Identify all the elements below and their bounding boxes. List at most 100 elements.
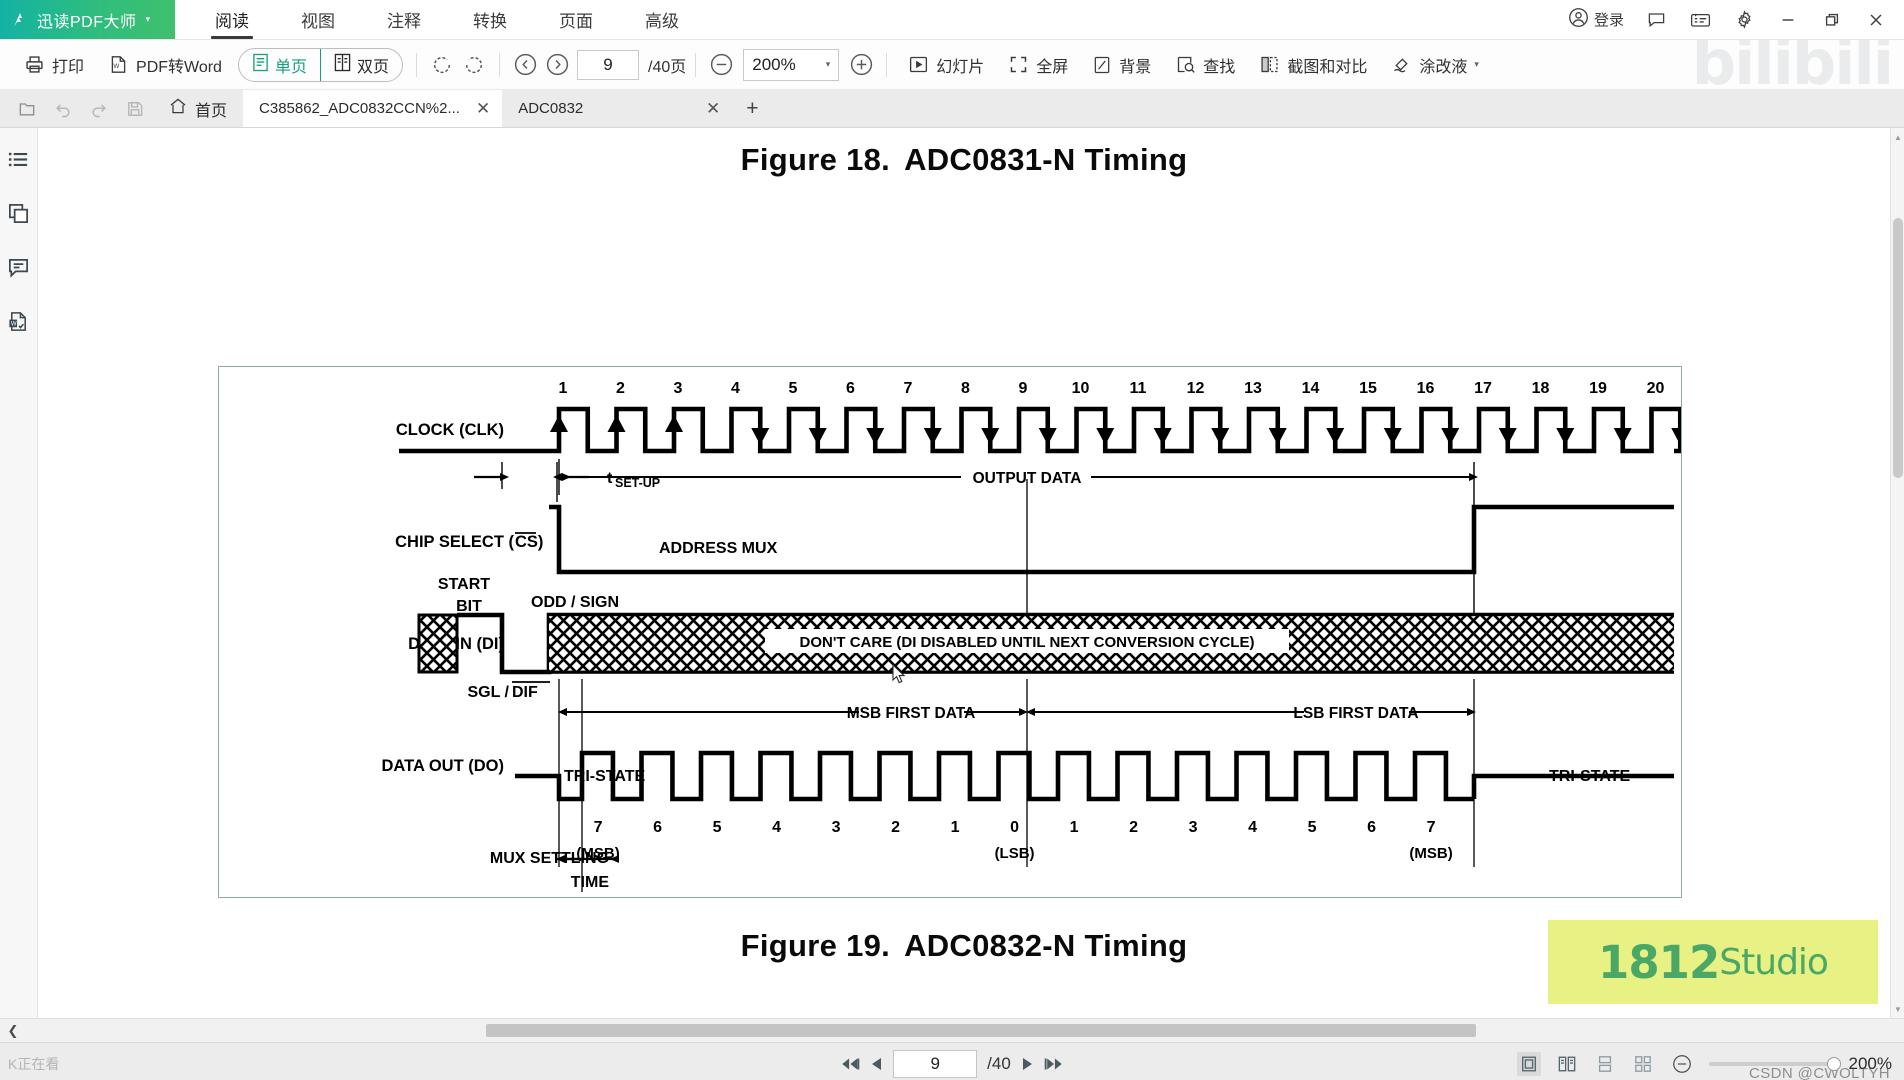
workspace: W Figure 18. ADC0831-N Timing CLOCK (CLK…	[0, 128, 1904, 1018]
single-page-icon	[252, 53, 269, 77]
menu-tab-annotate[interactable]: 注释	[361, 0, 447, 39]
print-button[interactable]: 打印	[12, 46, 96, 84]
background-label: 背景	[1119, 58, 1152, 76]
page-number-input[interactable]: 9	[577, 49, 639, 80]
lsb-first-data-label: LSB FIRST DATA	[1293, 705, 1418, 722]
undo-icon[interactable]	[46, 94, 80, 124]
next-page-button[interactable]	[1021, 1056, 1034, 1072]
fullscreen-icon	[1008, 54, 1029, 75]
status-page-input[interactable]: 9	[893, 1049, 978, 1078]
clock-number-9: 9	[1019, 380, 1028, 397]
close-button[interactable]	[1854, 0, 1898, 40]
chevron-down-icon[interactable]: ▾	[1474, 59, 1479, 70]
data-in-hatch-left	[417, 613, 459, 674]
screenshot-compare-button[interactable]: 截图和对比	[1247, 46, 1379, 84]
view-grid-button[interactable]	[1631, 1052, 1655, 1076]
feedback-comment-icon[interactable]	[1634, 0, 1678, 40]
menu-tab-advanced[interactable]: 高级	[619, 0, 705, 39]
scroll-left-arrow-icon[interactable]: ❮	[0, 1019, 26, 1042]
data-out-bit-tag-14: (MSB)	[1409, 845, 1452, 862]
app-brand[interactable]: 迅读PDF大师 ▾	[0, 0, 175, 39]
slideshow-button[interactable]: 幻灯片	[896, 46, 996, 84]
clock-number-15: 15	[1359, 380, 1377, 397]
menu-tab-page[interactable]: 页面	[533, 0, 619, 39]
data-out-bit-13: 6	[1367, 819, 1376, 836]
zoom-slider-knob[interactable]	[1826, 1056, 1841, 1071]
clock-number-12: 12	[1187, 380, 1205, 397]
login-label: 登录	[1593, 12, 1624, 29]
clock-number-8: 8	[961, 380, 970, 397]
toolbar-divider	[416, 52, 417, 77]
menu-tab-view[interactable]: 视图	[275, 0, 361, 39]
prev-page-button[interactable]	[870, 1056, 883, 1072]
scroll-up-arrow-icon[interactable]: ▲	[1891, 130, 1904, 144]
find-button[interactable]: 查找	[1163, 46, 1247, 84]
data-out-bit-0: 7	[594, 819, 603, 836]
vertical-scroll-thumb[interactable]	[1893, 218, 1903, 478]
single-page-label: 单页	[274, 58, 307, 76]
zoom-select[interactable]: 200% ▾	[743, 48, 840, 81]
last-page-button[interactable]	[1044, 1056, 1064, 1072]
keyboard-icon[interactable]	[1678, 0, 1722, 40]
login-button[interactable]: 登录	[1564, 0, 1634, 40]
close-tab-icon[interactable]: ✕	[470, 99, 490, 119]
app-brand-name: 迅读PDF大师	[37, 13, 137, 31]
whiteout-button[interactable]: 涂改液 ▾	[1379, 46, 1491, 84]
brand-dropdown-caret-icon[interactable]: ▾	[146, 14, 151, 25]
clock-number-2: 2	[616, 380, 625, 397]
file-tab-0[interactable]: C385862_ADC0832CCN%2... ✕	[243, 90, 503, 127]
sidebar-item-comments[interactable]	[6, 254, 32, 280]
open-file-icon[interactable]	[10, 94, 44, 124]
next-page-button[interactable]	[541, 49, 573, 81]
file-tab-strip: 首页 C385862_ADC0832CCN%2... ✕ ADC0832 ✕ +	[0, 90, 1904, 128]
sidebar-item-convert-word[interactable]: W	[6, 308, 32, 334]
sidebar-item-outline[interactable]	[6, 146, 32, 172]
zoom-out-button[interactable]	[705, 49, 737, 81]
document-viewport[interactable]: Figure 18. ADC0831-N Timing CLOCK (CLK) …	[38, 128, 1904, 1018]
save-icon[interactable]	[118, 94, 152, 124]
menu-tab-label: 阅读	[215, 12, 249, 31]
data-out-bit-14: 7	[1427, 819, 1436, 836]
rotate-cw-icon[interactable]	[426, 49, 458, 81]
timing-diagram-svg: CLOCK (CLK)CHIP SELECT (CS)DATA IN (DI)D…	[381, 380, 1681, 892]
horizontal-scrollbar[interactable]: ❮	[0, 1018, 1904, 1042]
double-page-button[interactable]: 双页	[321, 49, 402, 81]
rotate-ccw-icon[interactable]	[458, 49, 490, 81]
vertical-scrollbar[interactable]: ▲ ▼	[1890, 128, 1904, 1018]
status-zoom-out-button[interactable]	[1669, 1051, 1695, 1077]
fullscreen-label: 全屏	[1036, 58, 1069, 76]
scroll-right-arrow-icon[interactable]	[1878, 1019, 1904, 1042]
horizontal-scroll-track[interactable]	[26, 1024, 1878, 1037]
menu-tab-read[interactable]: 阅读	[189, 0, 275, 39]
new-tab-button[interactable]: +	[732, 90, 772, 127]
zoom-slider[interactable]	[1708, 1056, 1841, 1071]
sidebar-item-thumbnails[interactable]	[6, 200, 32, 226]
first-page-button[interactable]	[840, 1056, 860, 1072]
clock-number-17: 17	[1474, 380, 1492, 397]
zoom-in-button[interactable]	[845, 49, 877, 81]
restore-button[interactable]	[1810, 0, 1854, 40]
minimize-button[interactable]	[1766, 0, 1810, 40]
chevron-down-icon[interactable]: ▾	[826, 59, 831, 70]
home-button[interactable]: 首页	[158, 90, 243, 127]
figure-19-title: ADC0832-N Timing	[904, 928, 1188, 963]
horizontal-scroll-thumb[interactable]	[486, 1024, 1476, 1037]
signal-label-cs-post: CS)	[515, 533, 543, 551]
gear-icon[interactable]	[1722, 0, 1766, 40]
menu-tab-convert[interactable]: 转换	[447, 0, 533, 39]
clock-number-4: 4	[731, 380, 740, 397]
dif-label: DIF	[512, 684, 538, 701]
single-page-button[interactable]: 单页	[239, 48, 321, 81]
view-single-page-button[interactable]	[1516, 1051, 1541, 1076]
sgl-label: SGL /	[468, 684, 510, 701]
prev-page-button[interactable]	[509, 49, 541, 81]
background-button[interactable]: 背景	[1080, 46, 1163, 84]
fullscreen-button[interactable]: 全屏	[996, 46, 1080, 84]
file-tab-1[interactable]: ADC0832 ✕	[502, 90, 732, 127]
view-double-page-button[interactable]	[1555, 1052, 1579, 1076]
close-tab-icon[interactable]: ✕	[700, 99, 720, 119]
pdf-to-word-button[interactable]: W PDF转Word	[96, 46, 234, 84]
scroll-down-arrow-icon[interactable]: ▼	[1891, 1002, 1904, 1016]
view-scroll-vertical-button[interactable]	[1593, 1052, 1617, 1076]
redo-icon[interactable]	[82, 94, 116, 124]
